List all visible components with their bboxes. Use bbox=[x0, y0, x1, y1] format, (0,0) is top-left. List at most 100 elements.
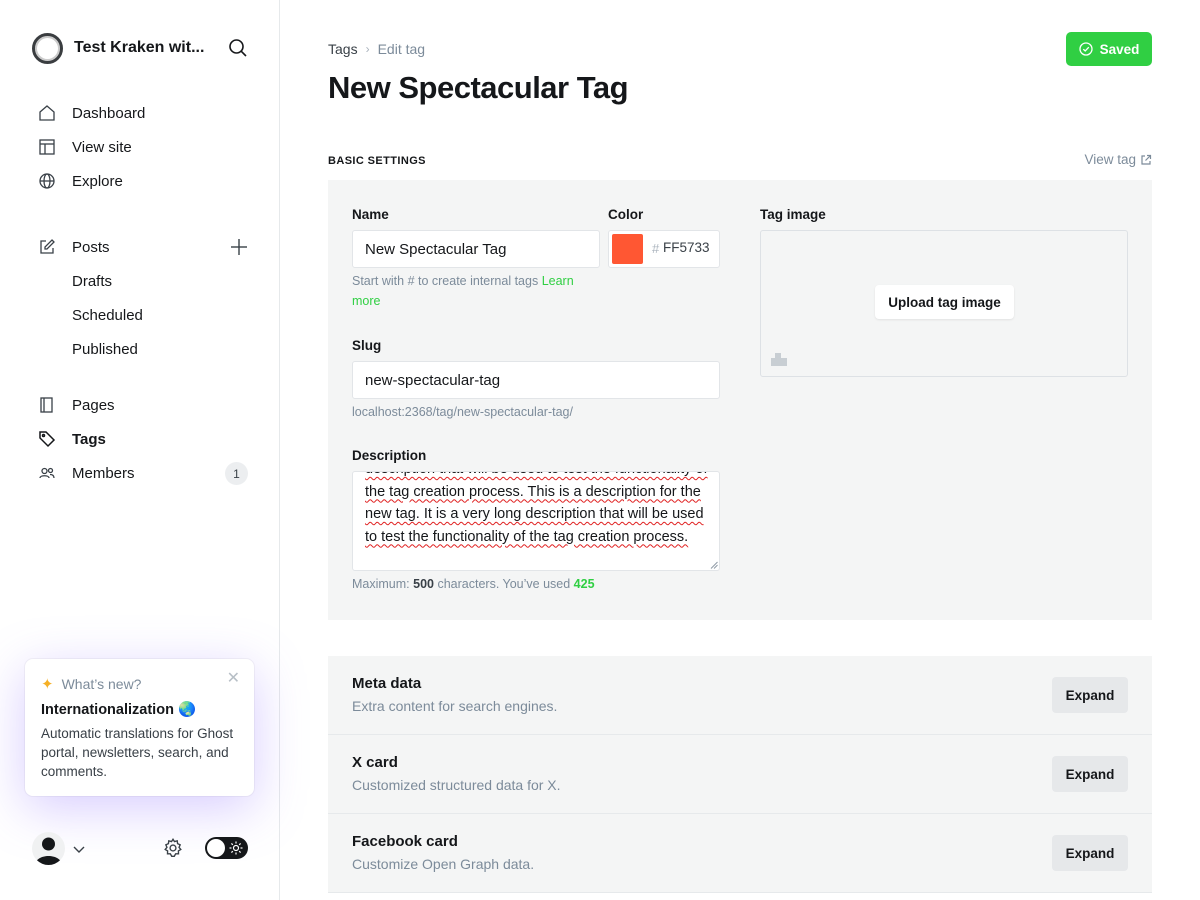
theme-toggle[interactable] bbox=[205, 837, 248, 859]
sun-icon bbox=[229, 841, 243, 855]
section-subtitle: Customize Open Graph data. bbox=[352, 856, 535, 872]
nav-label: Posts bbox=[72, 238, 110, 256]
tag-image-label: Tag image bbox=[760, 207, 826, 222]
sidebar-footer bbox=[32, 830, 250, 866]
color-label: Color bbox=[608, 207, 644, 222]
slug-input[interactable]: new-spectacular-tag bbox=[352, 361, 720, 399]
x-card-section: X card Customized structured data for X.… bbox=[328, 735, 1152, 814]
whats-new-header: ✦ What’s new? bbox=[41, 675, 238, 693]
nav-label: View site bbox=[72, 138, 132, 156]
max-prefix: Maximum: bbox=[352, 577, 414, 591]
site-logo bbox=[32, 32, 63, 64]
nav-view-site[interactable]: View site bbox=[32, 130, 250, 164]
new-post-plus-icon[interactable] bbox=[230, 238, 248, 256]
nav-explore[interactable]: Explore bbox=[32, 164, 250, 198]
expand-x-card-button[interactable]: Expand bbox=[1052, 756, 1128, 792]
expand-facebook-card-button[interactable]: Expand bbox=[1052, 835, 1128, 871]
sidebar: Test Kraken wit... Dashboard View site E… bbox=[0, 0, 280, 900]
upload-tag-image-button[interactable]: Upload tag image bbox=[875, 285, 1014, 319]
avatar[interactable] bbox=[32, 832, 65, 865]
close-icon[interactable]: ✕ bbox=[227, 671, 240, 687]
name-input[interactable]: New Spectacular Tag bbox=[352, 230, 600, 268]
section-title: X card bbox=[352, 754, 398, 771]
nav-drafts[interactable]: Drafts bbox=[32, 264, 250, 298]
section-title: Meta data bbox=[352, 675, 422, 692]
section-title: Facebook card bbox=[352, 833, 458, 850]
members-icon bbox=[39, 467, 55, 479]
section-subtitle: Customized structured data for X. bbox=[352, 777, 561, 793]
basic-settings-panel: Name New Spectacular Tag Start with # to… bbox=[328, 180, 1152, 620]
check-circle-icon bbox=[1078, 42, 1093, 56]
used-count: 425 bbox=[573, 577, 595, 591]
nav-label: Published bbox=[72, 340, 138, 358]
expandable-sections: Meta data Extra content for search engin… bbox=[328, 656, 1152, 893]
description-text: description that will be used to test th… bbox=[365, 472, 708, 545]
whats-new-card[interactable]: ✦ What’s new? ✕ Internationalization 🌏 A… bbox=[25, 659, 254, 796]
color-input[interactable]: FF5733 bbox=[663, 240, 710, 255]
breadcrumb-tags-link[interactable]: Tags bbox=[328, 41, 358, 57]
page-title: New Spectacular Tag bbox=[328, 70, 629, 105]
site-header[interactable]: Test Kraken wit... bbox=[32, 32, 250, 64]
house-icon bbox=[39, 105, 55, 121]
nav-label: Dashboard bbox=[72, 104, 146, 122]
chevron-down-icon[interactable] bbox=[72, 842, 86, 856]
breadcrumb-separator-icon: › bbox=[365, 42, 370, 56]
user-icon bbox=[35, 837, 62, 865]
image-placeholder-icon bbox=[771, 353, 787, 366]
meta-data-section: Meta data Extra content for search engin… bbox=[328, 656, 1152, 735]
saved-label: Saved bbox=[1099, 41, 1140, 57]
name-hint-text: Start with # to create internal tags bbox=[352, 274, 539, 288]
tag-icon bbox=[39, 431, 56, 448]
color-field[interactable]: # FF5733 bbox=[608, 230, 720, 268]
nav-tags[interactable]: Tags bbox=[32, 422, 250, 456]
facebook-card-section: Facebook card Customize Open Graph data.… bbox=[328, 814, 1152, 893]
content-nav: Posts Drafts Scheduled Published bbox=[32, 230, 250, 366]
saved-button[interactable]: Saved bbox=[1066, 32, 1152, 66]
name-label: Name bbox=[352, 207, 389, 222]
nav-posts[interactable]: Posts bbox=[32, 230, 250, 264]
nav-label: Tags bbox=[72, 430, 106, 448]
nav-scheduled[interactable]: Scheduled bbox=[32, 298, 250, 332]
edit-icon bbox=[40, 239, 55, 254]
description-label: Description bbox=[352, 448, 427, 463]
color-swatch[interactable] bbox=[612, 234, 643, 264]
whats-new-body: Automatic translations for Ghost portal,… bbox=[41, 726, 234, 779]
nav-label: Members bbox=[72, 464, 135, 482]
globe-icon bbox=[39, 173, 55, 189]
nav-dashboard[interactable]: Dashboard bbox=[32, 96, 250, 130]
sparkle-icon: ✦ bbox=[41, 676, 54, 693]
nav-label: Drafts bbox=[72, 272, 113, 290]
description-count-hint: Maximum: 500 characters. You’ve used 425 bbox=[352, 574, 595, 594]
external-link-icon bbox=[1141, 154, 1152, 165]
max-mid: characters. You’ve used bbox=[433, 577, 574, 591]
page-icon bbox=[40, 397, 53, 413]
slug-label: Slug bbox=[352, 338, 382, 353]
view-tag-label: View tag bbox=[1084, 152, 1136, 167]
view-tag-link[interactable]: View tag bbox=[1084, 152, 1152, 167]
resize-handle-icon[interactable] bbox=[710, 561, 718, 569]
toggle-knob bbox=[207, 839, 225, 857]
expand-meta-button[interactable]: Expand bbox=[1052, 677, 1128, 713]
breadcrumb-current: Edit tag bbox=[377, 41, 426, 57]
breadcrumb: Tags › Edit tag bbox=[328, 41, 425, 57]
name-hint: Start with # to create internal tags Lea… bbox=[352, 271, 602, 311]
description-textarea[interactable]: description that will be used to test th… bbox=[352, 471, 720, 571]
whats-new-heading: What’s new? bbox=[61, 676, 142, 692]
basic-settings-label: BASIC SETTINGS bbox=[328, 155, 426, 167]
site-nav: Pages Tags Members 1 bbox=[32, 388, 250, 490]
nav-label: Scheduled bbox=[72, 306, 143, 324]
nav-members[interactable]: Members 1 bbox=[32, 456, 250, 490]
nav-pages[interactable]: Pages bbox=[32, 388, 250, 422]
main-nav: Dashboard View site Explore bbox=[32, 96, 250, 198]
nav-published[interactable]: Published bbox=[32, 332, 250, 366]
tag-image-dropzone[interactable]: Upload tag image bbox=[760, 230, 1128, 377]
max-count: 500 bbox=[413, 577, 434, 591]
main-content: Tags › Edit tag New Spectacular Tag Save… bbox=[328, 0, 1152, 900]
site-title[interactable]: Test Kraken wit... bbox=[74, 39, 214, 57]
color-hash: # bbox=[652, 241, 660, 256]
members-count-badge: 1 bbox=[225, 462, 248, 485]
gear-icon[interactable] bbox=[162, 837, 184, 859]
search-icon[interactable] bbox=[226, 36, 250, 60]
slug-url-hint: localhost:2368/tag/new-spectacular-tag/ bbox=[352, 405, 573, 419]
nav-label: Explore bbox=[72, 172, 123, 190]
